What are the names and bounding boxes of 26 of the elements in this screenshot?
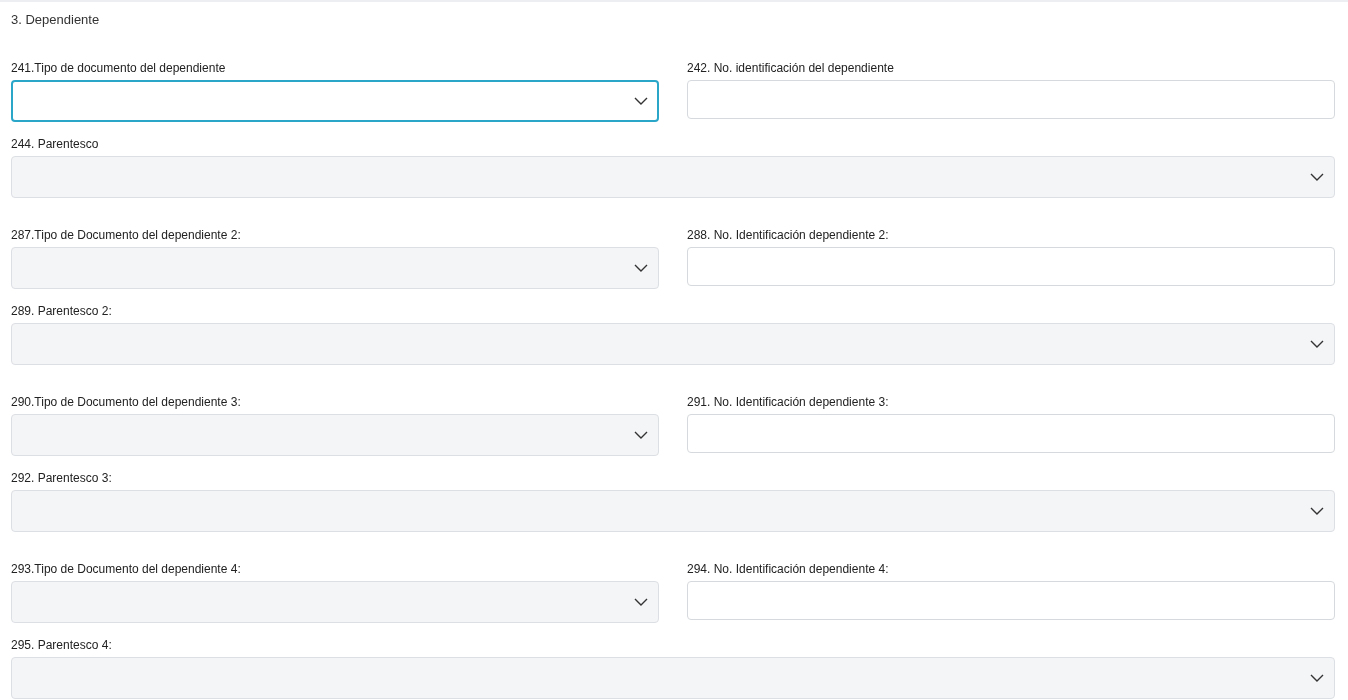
input-field[interactable] (687, 414, 1335, 453)
chevron-down-icon (1310, 340, 1324, 348)
input-field[interactable] (687, 581, 1335, 620)
field-label: 290.Tipo de Documento del dependiente 3: (11, 395, 242, 409)
section-title: 3. Dependiente (11, 12, 101, 28)
field-label: 287.Tipo de Documento del dependiente 2: (11, 228, 242, 242)
dropdown-field[interactable] (11, 80, 659, 122)
chevron-down-icon (634, 431, 648, 439)
field-label: 242. No. identificación del dependiente (687, 61, 895, 75)
chevron-down-icon (634, 598, 648, 606)
input-field[interactable] (687, 247, 1335, 286)
chevron-down-icon (1310, 507, 1324, 515)
field-label: 288. No. Identificación dependiente 2: (687, 228, 890, 242)
field-label: 289. Parentesco 2: (11, 304, 113, 318)
field-label: 294. No. Identificación dependiente 4: (687, 562, 890, 576)
field-label: 244. Parentesco (11, 137, 100, 151)
field-label: 291. No. Identificación dependiente 3: (687, 395, 890, 409)
chevron-down-icon (1310, 674, 1324, 682)
chevron-down-icon (634, 264, 648, 272)
field-label: 293.Tipo de Documento del dependiente 4: (11, 562, 242, 576)
chevron-down-icon (1310, 173, 1324, 181)
chevron-down-icon (634, 97, 648, 105)
input-field[interactable] (687, 80, 1335, 119)
field-label: 241.Tipo de documento del dependiente (11, 61, 227, 75)
field-label: 292. Parentesco 3: (11, 471, 113, 485)
field-label: 295. Parentesco 4: (11, 638, 113, 652)
